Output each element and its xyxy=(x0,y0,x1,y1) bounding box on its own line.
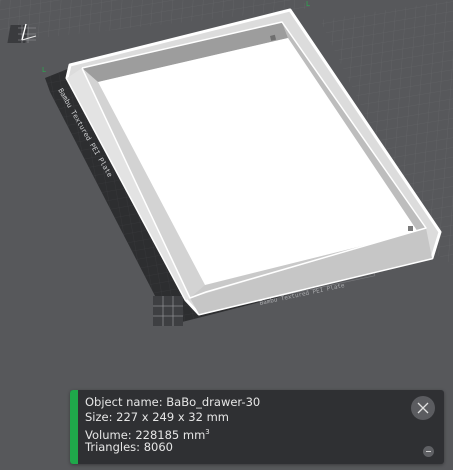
object-size-row: Size: 227 x 249 x 32 mm xyxy=(85,410,229,425)
object-triangles-label: Triangles: xyxy=(85,440,141,454)
close-icon xyxy=(417,402,429,414)
axis-marker-a: L xyxy=(42,66,46,74)
close-button[interactable] xyxy=(411,396,435,420)
object-size-label: Size: xyxy=(85,410,113,424)
object-name-value: BaBo_drawer-30 xyxy=(166,395,261,409)
object-triangles-row: Triangles: 8060 xyxy=(85,440,173,455)
plate-corner-marker xyxy=(153,296,183,326)
object-size-value: 227 x 249 x 32 mm xyxy=(116,410,229,424)
info-accent-bar xyxy=(70,390,78,464)
object-info-panel: Object name: BaBo_drawer-30 Size: 227 x … xyxy=(70,390,444,464)
object-triangles-value: 8060 xyxy=(143,440,173,454)
axis-marker-b: L xyxy=(306,0,310,8)
object-volume-power: 3 xyxy=(205,428,210,436)
object-name-row: Object name: BaBo_drawer-30 xyxy=(85,395,260,410)
object-name-label: Object name: xyxy=(85,395,163,409)
collapse-icon[interactable] xyxy=(423,446,434,457)
